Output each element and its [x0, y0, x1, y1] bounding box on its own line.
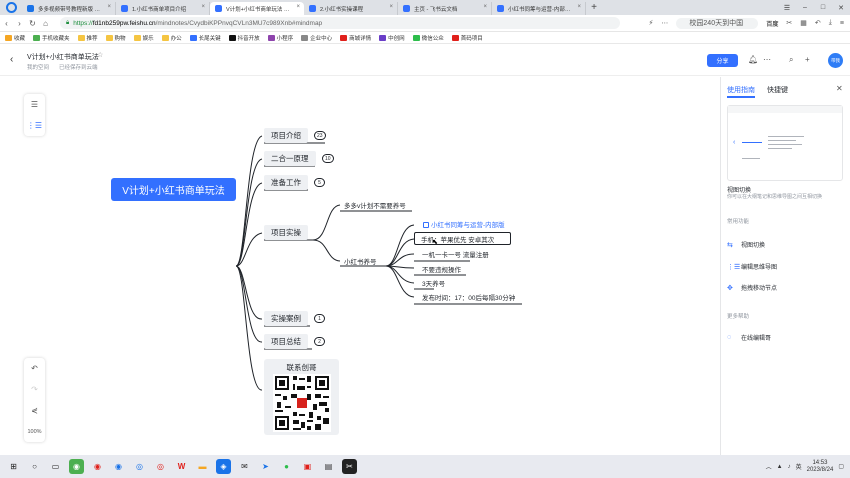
- mindmap-node[interactable]: 一机一卡一号 流量注册: [422, 249, 489, 259]
- app-icon[interactable]: ▤: [321, 459, 336, 474]
- mindmap-node[interactable]: 项目总结: [264, 334, 308, 349]
- app-icon[interactable]: ◈: [216, 459, 231, 474]
- chevron-left-icon: ‹: [733, 139, 736, 146]
- mindmap-node[interactable]: 实操案例: [264, 311, 308, 326]
- mindmap-node[interactable]: 小红书养号: [344, 256, 377, 266]
- app-icon[interactable]: ✉: [237, 459, 252, 474]
- app-icon[interactable]: ◉: [69, 459, 84, 474]
- window-controls: ☰ – □ ✕: [778, 0, 850, 15]
- active-tab-indicator: [727, 96, 755, 98]
- guide-item-view-switch[interactable]: ⇆ 视图切换: [727, 240, 765, 250]
- guide-preview-image: ‹: [727, 105, 843, 181]
- wps-icon[interactable]: W: [174, 459, 189, 474]
- avatar[interactable]: 带我: [828, 53, 843, 68]
- browser-app-icon[interactable]: ◉: [111, 459, 126, 474]
- doc-link-node[interactable]: 小红书同筹与运营-内部版: [423, 219, 505, 229]
- mindmap-node[interactable]: 项目介绍: [264, 128, 308, 143]
- document-icon: [423, 222, 429, 228]
- help-item-online[interactable]: ◌ 在线编辑哥: [727, 333, 771, 342]
- system-clock[interactable]: 14:53 2023/8/24: [802, 460, 834, 474]
- mindmap-node[interactable]: 项目实操: [264, 225, 308, 240]
- connector: [312, 204, 341, 241]
- system-tray: ︿ ▲ ♪ 英 14:53 2023/8/24 ▢: [761, 455, 844, 478]
- collapsed-count-badge[interactable]: 2: [314, 337, 325, 346]
- app-icon[interactable]: ➤: [258, 459, 273, 474]
- help-panel: 使用指南 快捷键 ✕ ‹ 视图切换 你可以在大纲笔记和思维导图之间互相切换 常用…: [720, 77, 850, 455]
- section-label: 更多帮助: [727, 314, 750, 320]
- undo-icon[interactable]: ↶: [815, 19, 821, 27]
- minimize-icon[interactable]: –: [796, 4, 814, 11]
- connector: [312, 239, 341, 262]
- guide-item-edit-mindmap[interactable]: ⋮☰ 编辑思维导图: [727, 262, 777, 272]
- wechat-icon[interactable]: ●: [279, 459, 294, 474]
- qr-code-image: [273, 374, 331, 432]
- app-icon[interactable]: ◉: [90, 459, 105, 474]
- mindmap-node[interactable]: 二合一原理: [264, 151, 316, 166]
- search-icon[interactable]: ○: [27, 459, 42, 474]
- tab-shortcuts[interactable]: 快捷键: [767, 85, 788, 95]
- switch-icon: ⇆: [727, 241, 733, 249]
- collapsed-count-badge[interactable]: 23: [314, 131, 326, 140]
- search-engine-label[interactable]: 百度: [766, 19, 778, 28]
- grid-icon[interactable]: ▦: [800, 19, 807, 27]
- guide-item-drag-node[interactable]: ✥ 拖拽移动节点: [727, 283, 777, 293]
- help-icon: ◌: [727, 334, 732, 341]
- app-icon[interactable]: ◎: [153, 459, 168, 474]
- mindmap-node[interactable]: 准备工作: [264, 175, 308, 190]
- menu-icon[interactable]: ☰: [778, 4, 796, 12]
- maximize-icon[interactable]: □: [814, 4, 832, 11]
- connector: [235, 265, 263, 391]
- windows-start-icon[interactable]: ⊞: [6, 459, 21, 474]
- collapsed-count-badge[interactable]: 5: [314, 178, 325, 187]
- add-icon[interactable]: +: [805, 55, 810, 64]
- os-taskbar: ⊞ ○ ▭ ◉ ◉ ◉ ◎ ◎ W ▬ ◈ ✉ ➤ ● ▣ ▤ ✂ ︿ ▲ ♪ …: [0, 455, 850, 478]
- menu-icon[interactable]: ≡: [840, 20, 844, 27]
- app-icon[interactable]: ✂: [342, 459, 357, 474]
- mouse-cursor-icon: ⬉: [432, 239, 438, 246]
- bell-icon[interactable]: 🔔︎: [748, 55, 758, 64]
- mindmap-node[interactable]: 发布时间：17：00后每隔30分钟: [422, 292, 515, 302]
- mindmap-node[interactable]: 3天养号: [422, 278, 445, 288]
- browser-app-icon[interactable]: ◎: [132, 459, 147, 474]
- task-view-icon[interactable]: ▭: [48, 459, 63, 474]
- mindmap-node-selected[interactable]: 手机：苹果优先 安卓其次: [414, 232, 511, 245]
- close-icon[interactable]: ✕: [836, 84, 843, 93]
- mindmap-icon: ⋮☰: [727, 263, 741, 271]
- collapsed-count-badge[interactable]: 1: [314, 314, 325, 323]
- download-icon[interactable]: ⤓: [829, 19, 832, 27]
- folder-icon[interactable]: ▬: [195, 459, 210, 474]
- mindmap-node[interactable]: 多多v计划不需要养号: [344, 200, 406, 210]
- app-icon[interactable]: ▣: [300, 459, 315, 474]
- guide-description: 你可以在大纲笔记和思维导图之间互相切换: [727, 194, 823, 200]
- network-icon[interactable]: ▲: [777, 464, 783, 470]
- section-label: 常用功能: [727, 219, 750, 225]
- mindmap-node[interactable]: 不要违规操作: [422, 264, 461, 274]
- move-icon: ✥: [727, 284, 733, 292]
- chevron-up-icon[interactable]: ︿: [766, 462, 772, 471]
- scissors-icon[interactable]: ✂: [786, 19, 792, 27]
- notification-icon[interactable]: ▢: [838, 463, 844, 470]
- connector: [235, 265, 263, 343]
- close-window-icon[interactable]: ✕: [832, 4, 850, 12]
- guide-heading: 视图切换: [727, 188, 752, 194]
- search-icon[interactable]: ⌕: [789, 55, 793, 65]
- mindmap-root-node[interactable]: V计划+小红书商单玩法: [111, 178, 236, 201]
- collapsed-count-badge[interactable]: 10: [322, 154, 334, 163]
- volume-icon[interactable]: ♪: [788, 464, 791, 470]
- mindmap-connectors: [235, 135, 522, 391]
- tab-guide[interactable]: 使用指南: [727, 85, 755, 95]
- more-icon[interactable]: ⋯: [763, 55, 771, 64]
